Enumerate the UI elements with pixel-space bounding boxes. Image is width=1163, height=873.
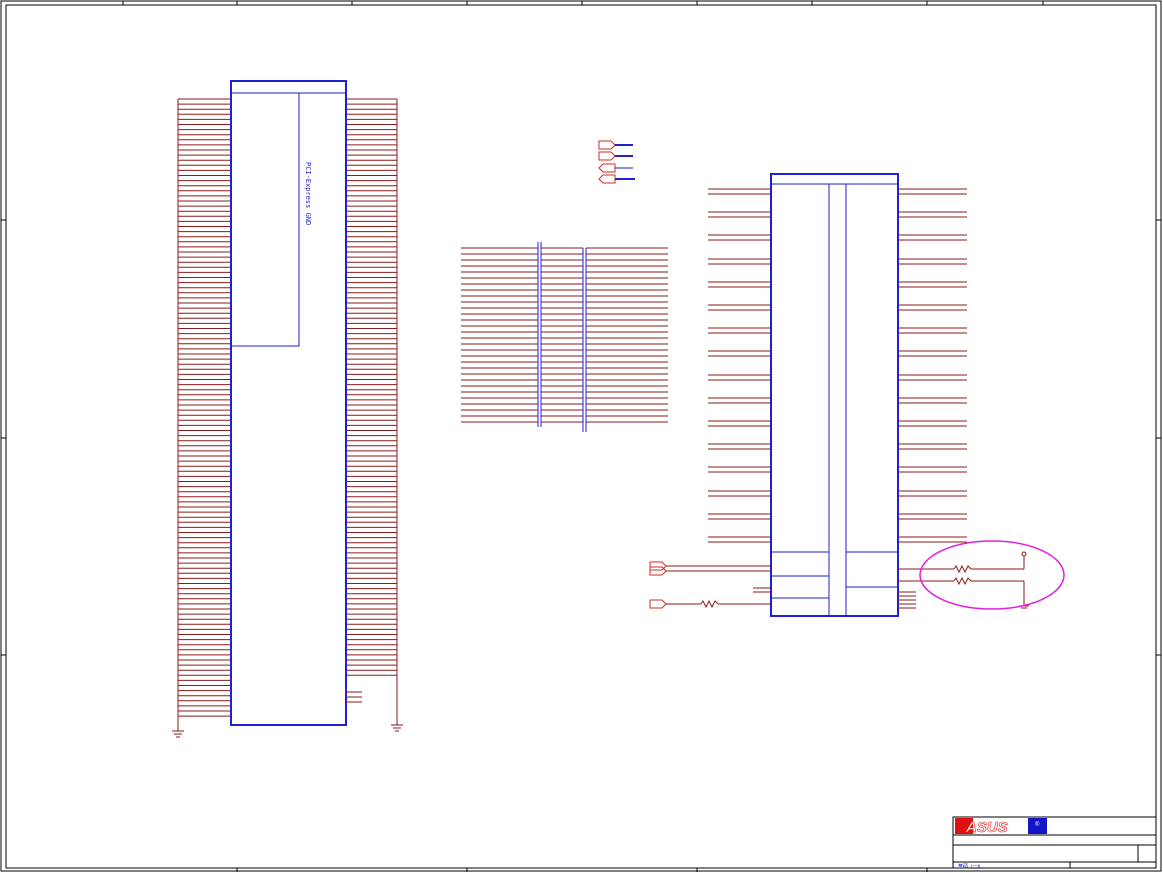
zone-ticks [1,1,1161,872]
connector-right-pin-wires [346,98,397,676]
ground-symbol-right [391,720,403,732]
ic-input-ports [649,561,771,609]
ic-left-pin-wires [708,188,771,543]
pullup-resistors [898,551,1029,609]
registered-mark: ® [1035,821,1040,828]
no-connect-stubs [346,691,362,703]
asus-logo-text: ASUS [965,819,1008,836]
off-page-ports-top [598,140,635,184]
connector-left-pin-wires [178,98,231,717]
center-bus-bundle [461,247,668,423]
pci-switch-ic [770,173,899,617]
asus-logo: ASUS ® [955,818,1047,836]
pci-express-connector [230,80,347,726]
schematic-sheet: PCI-Express GND ASUS ® 華碩 Ⅰ一Ⅱ [0,0,1162,872]
connector-label: PCI-Express GND [304,162,312,225]
connector-bus-lines [177,99,398,725]
ic-right-pin-wires [898,188,967,543]
sheet-frame [0,0,1162,872]
review-highlight-ellipse [919,540,1065,610]
ground-symbol-left [172,725,184,738]
ic-output-stubs [898,591,916,609]
title-block-footer: 華碩 Ⅰ一Ⅱ [958,863,980,870]
